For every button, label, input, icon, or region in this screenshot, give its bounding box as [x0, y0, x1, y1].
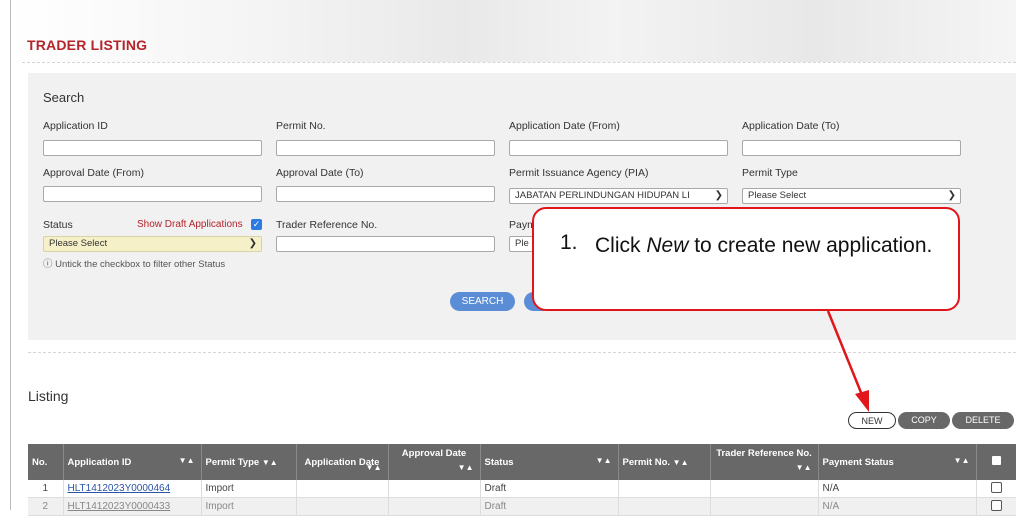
- callout-arrow-icon: [826, 310, 869, 412]
